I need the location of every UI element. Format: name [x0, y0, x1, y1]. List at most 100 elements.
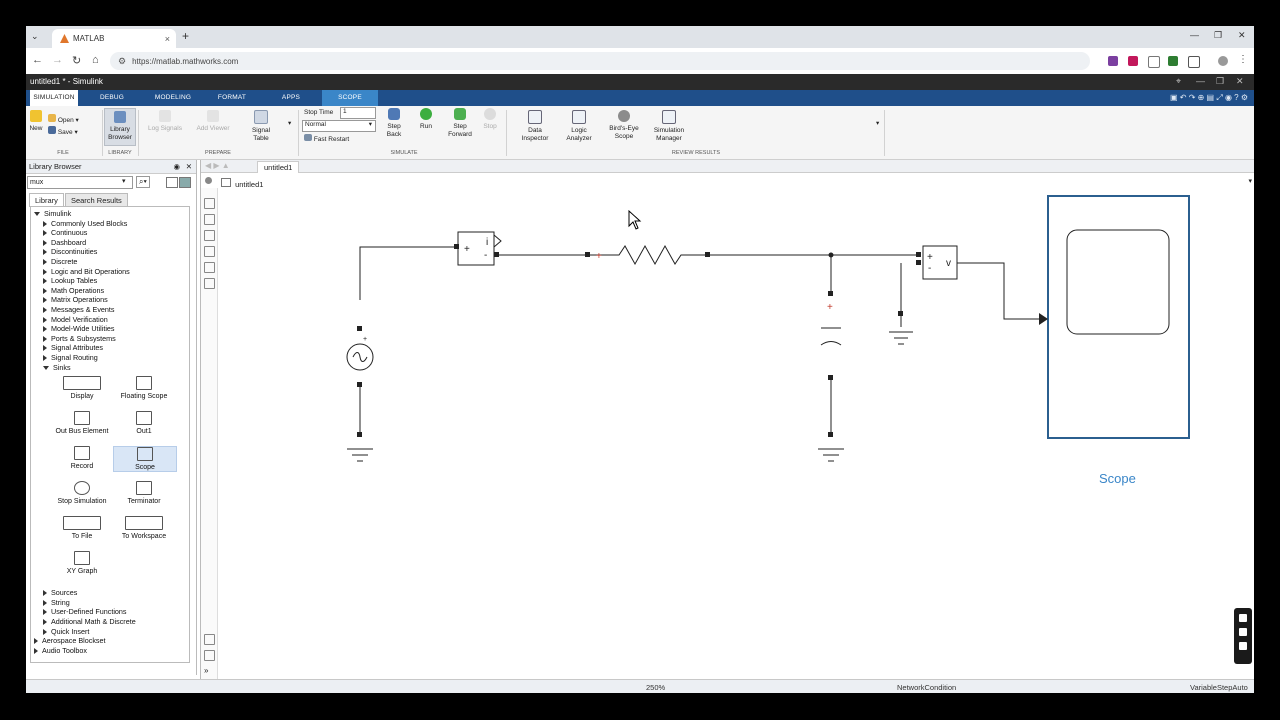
search-options-icon[interactable]: ⌕▾: [136, 176, 150, 188]
panel-options-icon[interactable]: ◉: [173, 160, 180, 173]
collapsed-arrow-icon[interactable]: [43, 230, 47, 237]
add-viewer-button[interactable]: Add Viewer: [196, 110, 230, 133]
collapsed-arrow-icon[interactable]: [43, 599, 47, 606]
tree-item[interactable]: String: [43, 598, 70, 607]
sink-block-scope[interactable]: Scope: [113, 446, 177, 473]
browser-menu-icon[interactable]: ⋮: [1238, 54, 1248, 65]
browser-tab-matlab[interactable]: MATLAB ×: [52, 29, 176, 48]
sink-block-to-workspace[interactable]: To Workspace: [113, 516, 175, 540]
tree-item[interactable]: Audio Toolbox: [34, 646, 87, 655]
sink-block-to-file[interactable]: To File: [51, 516, 113, 540]
tree-item[interactable]: Sinks: [43, 363, 71, 372]
expanded-arrow-icon[interactable]: [34, 212, 40, 217]
tab-search-results[interactable]: Search Results: [64, 193, 128, 207]
stop-time-input[interactable]: 1: [340, 107, 376, 119]
tree-item[interactable]: Lookup Tables: [43, 276, 97, 285]
collapsed-arrow-icon[interactable]: [43, 619, 47, 626]
tree-item[interactable]: Discontinuities: [43, 247, 97, 256]
url-field[interactable]: ⚙ https://matlab.mathworks.com: [110, 52, 1090, 70]
collapsed-arrow-icon[interactable]: [43, 590, 47, 597]
collapsed-arrow-icon[interactable]: [43, 259, 47, 266]
tree-item[interactable]: Model Verification: [43, 315, 108, 324]
run-button[interactable]: Run: [414, 108, 438, 131]
quick-access-toolbar[interactable]: ▣ ↶ ↷ ⊕ ▤ ⤢ ◉ ? ⚙: [1170, 93, 1248, 103]
collapsed-arrow-icon[interactable]: [43, 355, 47, 362]
tree-item[interactable]: Continuous: [43, 228, 87, 237]
tree-item[interactable]: Logic and Bit Operations: [43, 267, 130, 276]
simulation-manager-button[interactable]: Simulation Manager: [648, 110, 690, 143]
collapsed-arrow-icon[interactable]: [43, 628, 47, 635]
collapsed-arrow-icon[interactable]: [43, 335, 47, 342]
logic-analyzer-button[interactable]: Logic Analyzer: [562, 110, 596, 143]
tree-item[interactable]: Ports & Subsystems: [43, 334, 116, 343]
home-icon[interactable]: ⌂: [92, 54, 99, 66]
save-button[interactable]: Save ▾: [48, 126, 78, 137]
sink-block-terminator[interactable]: Terminator: [113, 481, 175, 505]
tab-library[interactable]: Library: [29, 193, 64, 207]
fast-restart-toggle[interactable]: Fast Restart: [304, 134, 349, 144]
solver-status[interactable]: VariableStepAuto: [1190, 683, 1248, 692]
simulation-mode-select[interactable]: Normal ▾: [302, 120, 376, 132]
tab-modeling[interactable]: MODELING: [148, 90, 198, 106]
tree-item[interactable]: Discrete: [43, 257, 77, 266]
expanded-arrow-icon[interactable]: [43, 365, 49, 370]
close-tab-icon[interactable]: ×: [165, 34, 170, 44]
collapsed-arrow-icon[interactable]: [34, 647, 38, 654]
collapsed-arrow-icon[interactable]: [43, 307, 47, 314]
stop-button[interactable]: Stop: [480, 108, 500, 131]
tree-item[interactable]: Commonly Used Blocks: [43, 219, 127, 228]
data-inspector-button[interactable]: Data Inspector: [518, 110, 552, 143]
tree-item[interactable]: User-Defined Functions: [43, 607, 127, 616]
forward-icon[interactable]: →: [52, 54, 63, 66]
tab-simulation[interactable]: SIMULATION: [30, 90, 78, 106]
collapsed-arrow-icon[interactable]: [43, 287, 47, 294]
collapsed-arrow-icon[interactable]: [34, 638, 38, 645]
profile-avatar-icon[interactable]: [1218, 56, 1228, 66]
collapsed-arrow-icon[interactable]: [43, 609, 47, 616]
back-icon[interactable]: ←: [32, 54, 43, 66]
undock-icon[interactable]: ⌖: [1176, 76, 1181, 87]
search-dropdown-icon[interactable]: ▾: [122, 177, 126, 185]
list-view-icon[interactable]: [166, 177, 178, 188]
sink-block-xy-graph[interactable]: XY Graph: [51, 551, 113, 575]
sink-block-stop-simulation[interactable]: Stop Simulation: [51, 481, 113, 505]
tab-debug[interactable]: DEBUG: [88, 90, 136, 106]
signal-table-button[interactable]: Signal Table: [244, 110, 278, 143]
tree-item[interactable]: Signal Routing: [43, 353, 98, 362]
collapsed-arrow-icon[interactable]: [43, 345, 47, 352]
sink-block-out-bus-element[interactable]: Out Bus Element: [51, 411, 113, 435]
sink-block-display[interactable]: Display: [51, 376, 113, 400]
extension-s-icon[interactable]: [1148, 56, 1160, 68]
library-search-input[interactable]: mux: [27, 176, 133, 189]
grid-view-icon[interactable]: [179, 177, 191, 188]
sink-block-floating-scope[interactable]: Floating Scope: [113, 376, 175, 400]
library-browser-button[interactable]: Library Browser: [104, 108, 136, 146]
simulink-minimize-icon[interactable]: —: [1196, 76, 1205, 86]
toolbar-button-3-icon[interactable]: [1239, 642, 1247, 650]
collapsed-arrow-icon[interactable]: [43, 278, 47, 285]
tree-item[interactable]: Math Operations: [43, 286, 104, 295]
extension-r-icon[interactable]: [1108, 56, 1118, 66]
sink-block-record[interactable]: Record: [51, 446, 113, 470]
collapsed-arrow-icon[interactable]: [43, 220, 47, 227]
tab-apps[interactable]: APPS: [268, 90, 314, 106]
site-settings-icon[interactable]: ⚙: [118, 56, 126, 67]
new-tab-icon[interactable]: +: [182, 29, 189, 43]
extension-green-icon[interactable]: [1168, 56, 1178, 66]
new-button[interactable]: New: [28, 110, 44, 133]
step-back-button[interactable]: Step Back: [382, 108, 406, 139]
collapsed-arrow-icon[interactable]: [43, 316, 47, 323]
tab-search-icon[interactable]: ⌄: [31, 31, 39, 42]
tab-scope[interactable]: SCOPE: [322, 90, 378, 106]
tab-format[interactable]: FORMAT: [208, 90, 256, 106]
tree-item[interactable]: Simulink: [34, 209, 71, 218]
tree-item[interactable]: Quick Insert: [43, 627, 89, 636]
panel-close-icon[interactable]: ✕: [186, 160, 192, 173]
log-signals-button[interactable]: Log Signals: [148, 110, 182, 133]
tree-item[interactable]: Sources: [43, 588, 77, 597]
maximize-icon[interactable]: ❐: [1214, 30, 1222, 41]
collapsed-arrow-icon[interactable]: [43, 326, 47, 333]
tree-item[interactable]: Additional Math & Discrete: [43, 617, 136, 626]
reload-icon[interactable]: ↻: [72, 54, 81, 67]
extensions-puzzle-icon[interactable]: [1188, 56, 1200, 68]
